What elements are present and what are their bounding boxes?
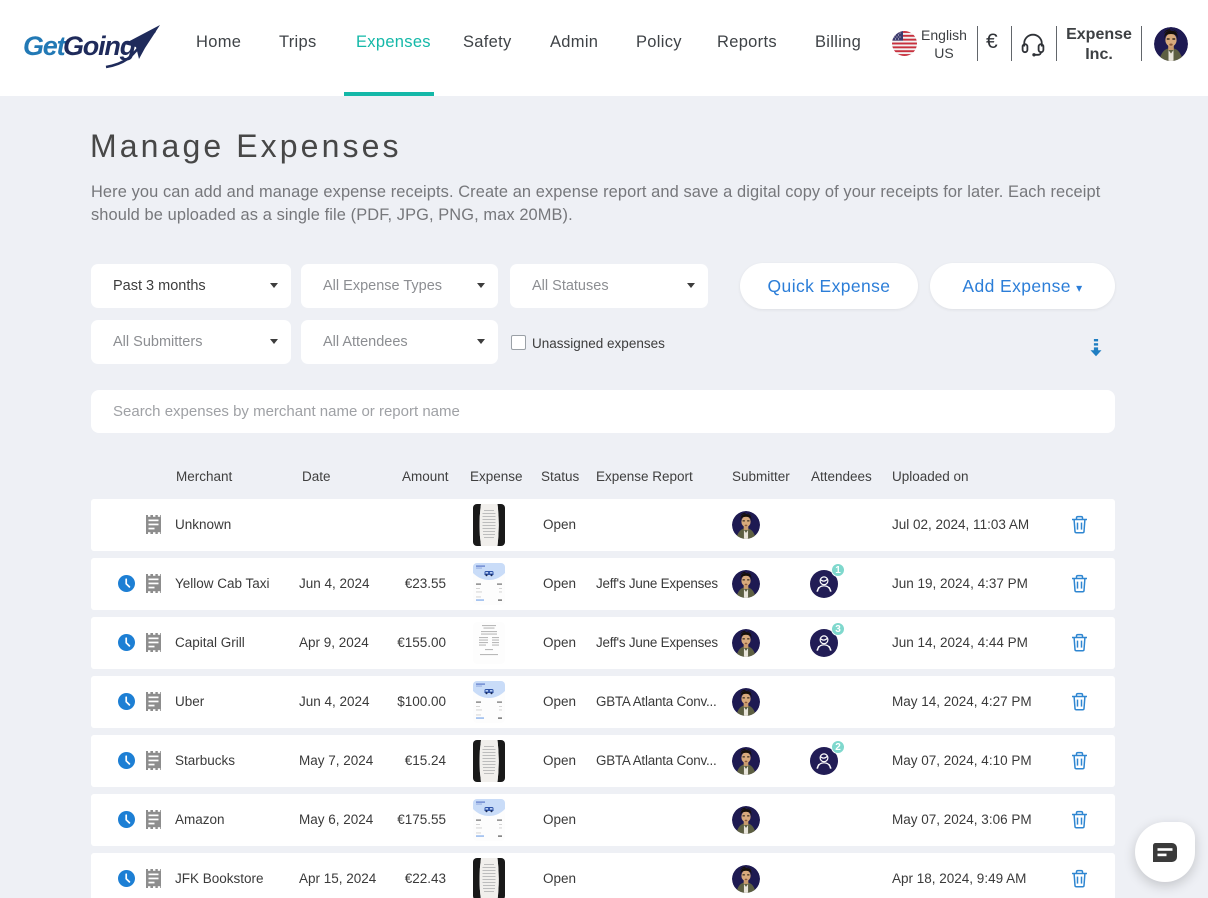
- svg-text:Going: Going: [63, 31, 137, 61]
- svg-text:Get: Get: [23, 31, 67, 61]
